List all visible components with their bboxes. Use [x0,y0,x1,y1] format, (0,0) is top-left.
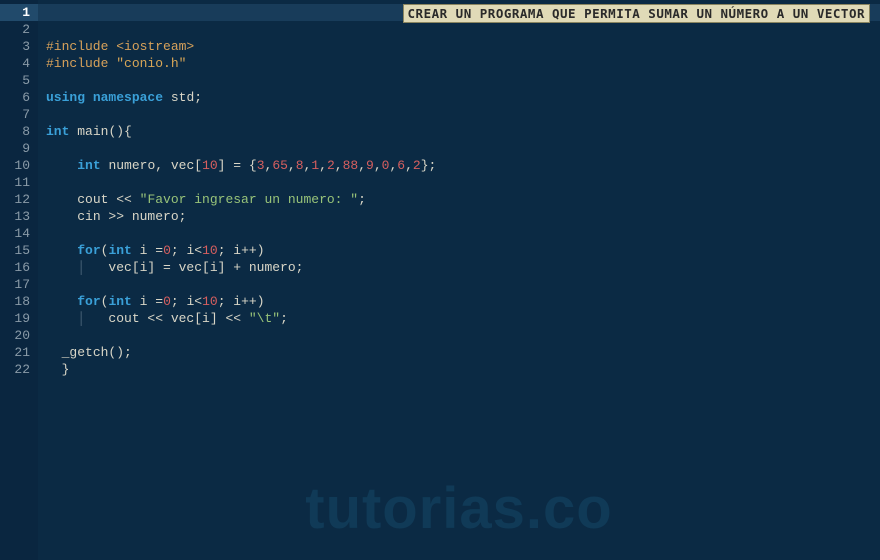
keyword: for [77,243,100,258]
line-number: 21 [12,344,30,361]
code-line[interactable]: cin >> numero; [38,208,880,225]
code-line[interactable] [38,276,880,293]
number: 10 [202,158,218,173]
number: 10 [202,243,218,258]
code-line[interactable] [38,174,880,191]
preprocessor: #include [46,56,116,71]
code-line[interactable]: cout << "Favor ingresar un numero: "; [38,191,880,208]
keyword: int [108,243,131,258]
code-line[interactable]: } [38,361,880,378]
include-header: <iostream> [116,39,194,54]
line-number: 10 [12,157,30,174]
include-header: "conio.h" [116,56,186,71]
identifier: numero, vec[ [108,158,202,173]
line-number: 8 [12,123,30,140]
code-line[interactable]: │ vec[i] = vec[i] + numero; [38,259,880,276]
code-line[interactable]: using namespace std; [38,89,880,106]
identifier: _getch(); [62,345,132,360]
identifier: cout << vec[i] << [108,311,248,326]
line-number: 5 [12,72,30,89]
code-line[interactable]: _getch(); [38,344,880,361]
line-number: 18 [12,293,30,310]
number: 0 [163,243,171,258]
line-number: 22 [12,361,30,378]
code-area[interactable]: CREAR UN PROGRAMA QUE PERMITA SUMAR UN N… [38,0,880,560]
line-number: 12 [12,191,30,208]
line-number: 4 [12,55,30,72]
line-number: 11 [12,174,30,191]
number: 9 [366,158,374,173]
code-line[interactable] [38,106,880,123]
code-line[interactable] [38,327,880,344]
keyword: int [46,124,69,139]
line-number: 16 [12,259,30,276]
code-line[interactable] [38,140,880,157]
line-number: 19 [12,310,30,327]
line-number: 20 [12,327,30,344]
line-number: 6 [12,89,30,106]
code-line[interactable] [38,21,880,38]
identifier: i = [140,243,163,258]
code-line[interactable] [38,72,880,89]
keyword: int [77,158,100,173]
line-number-gutter: 1 2 3 4 5 6 7 8 9 10 11 12 13 14 15 16 1… [0,0,38,560]
identifier: cin >> numero; [77,209,186,224]
number: 1 [311,158,319,173]
line-number: 1 [0,4,38,21]
string-literal: "Favor ingresar un numero: " [140,192,358,207]
keyword: int [108,294,131,309]
line-number: 3 [12,38,30,55]
code-line[interactable]: #include <iostream> [38,38,880,55]
string-literal: "\t" [249,311,280,326]
identifier: cout << [77,192,139,207]
keyword: for [77,294,100,309]
number: 0 [163,294,171,309]
code-line[interactable]: for(int i =0; i<10; i++) [38,293,880,310]
keyword: namespace [93,90,163,105]
number: 2 [413,158,421,173]
code-line[interactable]: #include "conio.h" [38,55,880,72]
number: 2 [327,158,335,173]
number: 6 [397,158,405,173]
line-number: 9 [12,140,30,157]
number: 3 [257,158,265,173]
code-line[interactable]: int numero, vec[10] = {3,65,8,1,2,88,9,0… [38,157,880,174]
keyword: using [46,90,85,105]
code-line[interactable]: for(int i =0; i<10; i++) [38,242,880,259]
preprocessor: #include [46,39,116,54]
identifier: vec[i] = vec[i] + numero; [108,260,303,275]
number: 8 [296,158,304,173]
number: 88 [343,158,359,173]
line-number: 13 [12,208,30,225]
watermark: tutorias.co [305,475,613,542]
identifier: std [171,90,194,105]
title-banner: CREAR UN PROGRAMA QUE PERMITA SUMAR UN N… [403,4,870,23]
number: 65 [272,158,288,173]
number: 10 [202,294,218,309]
code-line[interactable]: int main(){ [38,123,880,140]
line-number: 14 [12,225,30,242]
code-editor: 1 2 3 4 5 6 7 8 9 10 11 12 13 14 15 16 1… [0,0,880,560]
line-number: 17 [12,276,30,293]
identifier: i = [140,294,163,309]
line-number: 2 [12,21,30,38]
code-line[interactable]: │ cout << vec[i] << "\t"; [38,310,880,327]
code-line[interactable] [38,225,880,242]
line-number: 7 [12,106,30,123]
function-name: main [77,124,108,139]
line-number: 15 [12,242,30,259]
